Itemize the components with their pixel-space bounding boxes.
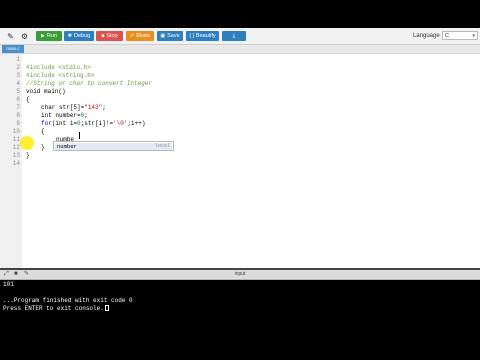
download-button[interactable]: ⤓ bbox=[222, 31, 246, 41]
line-number: 14 bbox=[12, 160, 20, 167]
code-line-10: { bbox=[41, 128, 45, 135]
chevron-down-icon: ▾ bbox=[472, 33, 475, 39]
stop-icon: ■ bbox=[101, 33, 105, 39]
toolbar: ✎ ⚙ ▶ Run ✱ Debug ■ Stop ↗ Share ▣ Save { } B… bbox=[0, 28, 480, 45]
language-select[interactable]: C ▾ bbox=[442, 31, 478, 40]
autocomplete-word: number bbox=[57, 143, 77, 150]
autocomplete-item[interactable]: number local bbox=[55, 143, 172, 150]
text-caret bbox=[79, 132, 80, 139]
console-title: input bbox=[234, 271, 246, 277]
language-selected: C bbox=[445, 33, 449, 39]
code-line-4: //String or char to convert Integer bbox=[26, 80, 153, 87]
beautify-button[interactable]: { } Beautify bbox=[186, 31, 219, 41]
console-header: ⤢ ■ ✎ input bbox=[0, 270, 480, 280]
share-icon: ↗ bbox=[129, 33, 134, 39]
line-number: 10 bbox=[12, 128, 20, 135]
code-line-6: { bbox=[26, 96, 30, 103]
language-label: Language bbox=[413, 33, 440, 39]
save-button[interactable]: ▣ Save bbox=[157, 31, 183, 41]
code-editor[interactable]: 1 2 3 4 5 6 7 8 9 10 11 12 13 14 #includ… bbox=[0, 54, 480, 268]
code-line-5: void main() bbox=[26, 88, 66, 95]
code-line-9: for(int i=0;str[i]!='\0';i++) bbox=[41, 120, 146, 127]
line-number: 13 bbox=[12, 152, 20, 159]
save-icon: ▣ bbox=[160, 33, 166, 39]
line-number: 3 bbox=[16, 72, 20, 79]
line-number: 4 bbox=[16, 80, 20, 87]
line-number: 11 bbox=[12, 136, 20, 143]
console-line: Press ENTER to exit console. bbox=[3, 305, 109, 313]
console-line: ...Program finished with exit code 0 bbox=[3, 297, 133, 304]
line-number: 6 bbox=[16, 96, 20, 103]
code-line-12: } bbox=[41, 144, 45, 151]
play-icon: ▶ bbox=[41, 33, 45, 39]
file-icon[interactable]: ✎ bbox=[6, 32, 15, 41]
file-tab-bar: main.c bbox=[0, 45, 480, 54]
terminal-cursor bbox=[104, 305, 109, 311]
line-number: 1 bbox=[16, 56, 20, 63]
tab-main-c[interactable]: main.c bbox=[2, 45, 24, 53]
line-number: 2 bbox=[16, 64, 20, 71]
share-button[interactable]: ↗ Share bbox=[126, 31, 154, 41]
stop-button[interactable]: ■ Stop bbox=[96, 31, 123, 41]
console-line: 101 bbox=[3, 281, 14, 288]
debug-button[interactable]: ✱ Debug bbox=[64, 31, 94, 41]
line-number: 12 bbox=[12, 144, 20, 151]
code-line-7: char str[5]="143"; bbox=[41, 104, 106, 111]
line-number: 8 bbox=[16, 112, 20, 119]
run-button[interactable]: ▶ Run bbox=[36, 31, 62, 41]
bug-icon: ✱ bbox=[67, 33, 72, 39]
mouse-cursor-highlight bbox=[20, 136, 34, 150]
line-number: 9 bbox=[16, 120, 20, 127]
settings-icon[interactable]: ⚙ bbox=[20, 32, 29, 41]
line-number: 5 bbox=[16, 88, 20, 95]
download-icon: ⤓ bbox=[232, 33, 236, 39]
code-line-3: #include <string.h> bbox=[26, 72, 95, 79]
line-number-gutter: 1 2 3 4 5 6 7 8 9 10 11 12 13 14 bbox=[0, 54, 22, 268]
console-output[interactable]: 101 ...Program finished with exit code 0… bbox=[0, 280, 480, 360]
code-line-13: } bbox=[26, 152, 30, 159]
line-number: 7 bbox=[16, 104, 20, 111]
autocomplete-scope: local bbox=[154, 143, 170, 149]
code-line-2: #include <stdio.h> bbox=[26, 64, 91, 71]
code-line-8: int number=0; bbox=[41, 112, 88, 119]
autocomplete-popup: number local bbox=[53, 141, 174, 151]
